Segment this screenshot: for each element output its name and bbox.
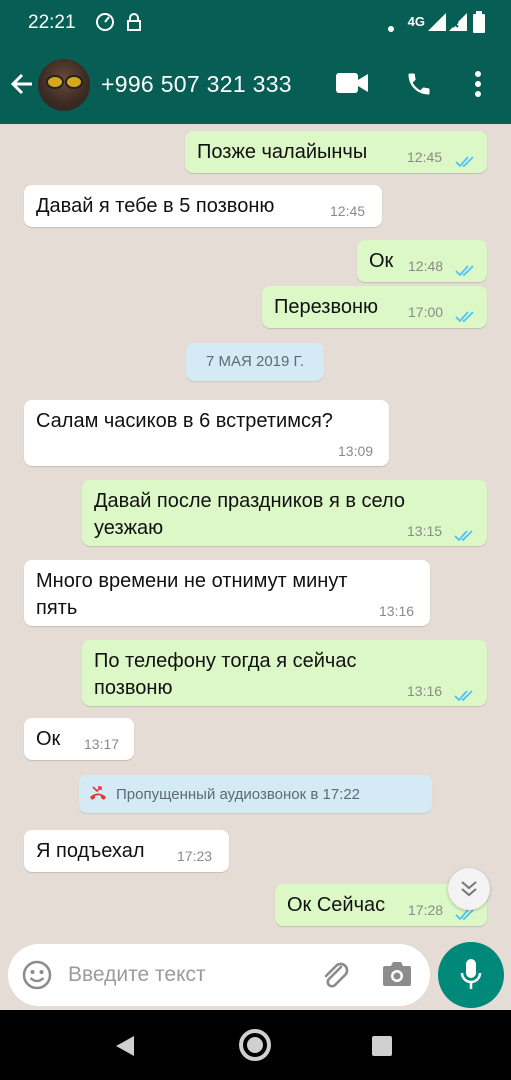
message-text-line: пять <box>36 597 78 619</box>
message-outgoing[interactable]: Ок 12:48 <box>357 240 487 282</box>
nav-back-icon[interactable] <box>114 1034 136 1063</box>
phone-call-icon[interactable] <box>405 70 433 103</box>
network-type: 4G <box>407 14 425 29</box>
voice-record-button[interactable] <box>438 942 504 1008</box>
message-incoming[interactable]: Давай я тебе в 5 позвоню 12:45 <box>24 185 382 227</box>
message-time: 12:48 <box>408 258 444 274</box>
message-incoming[interactable]: Много времени не отнимут минут пять 13:1… <box>24 560 430 626</box>
status-bar: 22:21 4G <box>0 0 511 44</box>
missed-call-text: Пропущенный аудиозвонок в 17:22 <box>116 786 361 803</box>
chat-header: +996 507 321 333 <box>0 44 511 124</box>
message-text-line: Давай после праздников я в село <box>94 490 406 512</box>
message-text: Давай я тебе в 5 позвоню <box>36 195 275 217</box>
message-text: Много времени не отнимут минут пять <box>36 568 347 622</box>
message-text: Ок <box>369 250 394 272</box>
more-options-icon[interactable] <box>474 70 482 103</box>
message-time: 12:45 <box>330 203 366 219</box>
signal-2-icon <box>449 13 467 36</box>
message-incoming[interactable]: Ок 13:17 <box>24 718 134 760</box>
message-time: 13:09 <box>338 443 374 459</box>
missed-call-notice[interactable]: Пропущенный аудиозвонок в 17:22 <box>79 775 432 813</box>
message-text: Ок Сейчас <box>287 894 386 916</box>
message-text: По телефону тогда я сейчас позвоню <box>94 648 356 702</box>
battery-icon <box>473 11 485 38</box>
read-ticks-icon <box>454 685 474 708</box>
message-list[interactable]: Позже чалайынчы 12:45 Давай я тебе в 5 п… <box>0 124 511 940</box>
scroll-to-bottom-button[interactable] <box>448 868 490 910</box>
composer-bar <box>0 940 511 1010</box>
read-ticks-icon <box>455 260 475 283</box>
avatar[interactable] <box>38 59 90 111</box>
message-incoming[interactable]: Я подъехал 17:23 <box>24 830 229 872</box>
read-ticks-icon <box>455 306 475 329</box>
nav-home-icon[interactable] <box>238 1028 272 1067</box>
status-time: 22:21 <box>28 12 76 33</box>
message-text: Салам часиков в 6 встретимся? <box>36 410 333 432</box>
message-text: Ок <box>36 728 61 750</box>
message-outgoing[interactable]: Давай после праздников я в село уезжаю 1… <box>82 480 487 546</box>
system-navigation-bar <box>0 1010 511 1080</box>
missed-call-icon <box>88 785 108 807</box>
message-text: Я подъехал <box>36 840 145 862</box>
message-time: 13:16 <box>407 683 443 699</box>
message-text-line: Много времени не отнимут минут <box>36 570 348 592</box>
notification-dot-icon <box>388 19 394 37</box>
message-outgoing[interactable]: Перезвоню 17:00 <box>262 286 487 328</box>
attach-icon[interactable] <box>319 959 351 996</box>
message-text: Позже чалайынчы <box>197 141 368 163</box>
video-call-icon[interactable] <box>336 72 368 99</box>
message-time: 17:28 <box>408 902 444 918</box>
read-ticks-icon <box>455 151 475 174</box>
lock-icon <box>126 12 142 37</box>
message-time: 12:45 <box>407 149 443 165</box>
back-arrow-icon[interactable] <box>8 70 36 103</box>
message-time: 17:23 <box>177 848 213 864</box>
message-time: 13:15 <box>407 523 443 539</box>
double-chevron-down-icon <box>459 878 479 905</box>
microphone-icon <box>460 958 482 997</box>
speed-icon <box>95 12 115 37</box>
nav-recents-icon[interactable] <box>371 1035 393 1062</box>
emoji-icon[interactable] <box>22 960 52 995</box>
message-text: Давай после праздников я в село уезжаю <box>94 488 405 542</box>
message-time: 13:17 <box>84 736 120 752</box>
message-text-line: позвоню <box>94 677 173 699</box>
message-time: 13:16 <box>379 603 415 619</box>
message-time: 17:00 <box>408 304 444 320</box>
message-outgoing[interactable]: Позже чалайынчы 12:45 <box>185 131 487 173</box>
date-divider: 7 МАЯ 2019 Г. <box>186 343 324 381</box>
message-text-line: уезжаю <box>94 517 164 539</box>
message-text-line: По телефону тогда я сейчас <box>94 650 357 672</box>
message-outgoing[interactable]: По телефону тогда я сейчас позвоню 13:16 <box>82 640 487 706</box>
message-input[interactable] <box>68 958 298 992</box>
message-incoming[interactable]: Салам часиков в 6 встретимся? 13:09 <box>24 400 389 466</box>
signal-icon <box>428 13 446 36</box>
message-text: Перезвоню <box>274 296 379 318</box>
read-ticks-icon <box>454 525 474 548</box>
camera-icon[interactable] <box>382 960 412 993</box>
contact-name[interactable]: +996 507 321 333 <box>101 71 292 98</box>
message-field[interactable] <box>8 944 430 1006</box>
date-divider-text: 7 МАЯ 2019 Г. <box>205 353 304 370</box>
